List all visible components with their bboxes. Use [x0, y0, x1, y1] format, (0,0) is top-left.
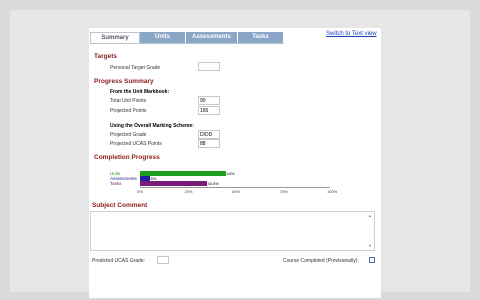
tab-units[interactable]: Units	[140, 32, 186, 43]
progress-summary-heading: Progress Summary	[94, 78, 154, 85]
chart-x-axis	[140, 187, 330, 188]
personal-target-grade-label: Personal Target Grade	[110, 65, 161, 71]
course-completed-checkbox[interactable]	[369, 257, 375, 263]
tasks-bar-value: 34.5%	[207, 181, 219, 186]
x-tick-label: 25%	[184, 189, 193, 194]
predicted-ucas-grade-label: Predicted UCAS Grade:	[92, 258, 146, 264]
x-tick-label: 0%	[137, 189, 143, 194]
projected-points-label: Projected Points	[110, 108, 147, 114]
tab-underline	[90, 43, 284, 44]
overall-scheme-heading: Using the Overall Marking Scheme:	[110, 123, 194, 129]
projected-ucas-label: Projected UCAS Points	[110, 141, 162, 147]
x-tick-label: 100%	[327, 189, 338, 194]
scroll-up-arrow-icon[interactable]: ▲	[367, 213, 373, 219]
course-completed-label: Course Completed (Provisionally):	[283, 258, 359, 264]
switch-to-text-view-link[interactable]: Switch to Text view	[326, 31, 377, 37]
tab-bar: Summary Units Assessments Tasks	[90, 32, 284, 43]
x-tick-label: 75%	[279, 189, 288, 194]
tab-assessments[interactable]: Assessments	[186, 32, 238, 43]
assessments-bar-value: 6%	[150, 176, 157, 181]
projected-grade-label: Projected Grade	[110, 132, 147, 138]
completion-progress-heading: Completion Progress	[94, 154, 160, 161]
x-tick-label: 50%	[232, 189, 241, 194]
units-bar-value: 44%	[226, 171, 235, 176]
total-unit-points-field: 90	[198, 96, 220, 105]
personal-target-grade-field[interactable]	[198, 62, 220, 71]
predicted-ucas-grade-field[interactable]	[157, 256, 169, 264]
tasks-bar	[140, 181, 207, 186]
tab-summary[interactable]: Summary	[90, 32, 140, 43]
targets-heading: Targets	[94, 53, 117, 60]
projected-grade-field: D/DD	[198, 130, 220, 139]
scroll-down-arrow-icon[interactable]: ▼	[367, 243, 373, 249]
subject-comment-heading: Subject Comment	[92, 202, 148, 209]
projected-ucas-field: 88	[198, 139, 220, 148]
summary-panel: Summary Units Assessments Tasks Switch t…	[89, 28, 381, 298]
tab-tasks[interactable]: Tasks	[238, 32, 284, 43]
subject-comment-textarea[interactable]: ▲ ▼	[90, 211, 375, 251]
unit-markbook-heading: From the Unit Markbook:	[110, 89, 170, 95]
projected-points-field: 165	[198, 106, 220, 115]
tasks-bar-label: Tasks	[110, 181, 122, 186]
total-unit-points-label: Total Unit Points	[110, 98, 147, 104]
